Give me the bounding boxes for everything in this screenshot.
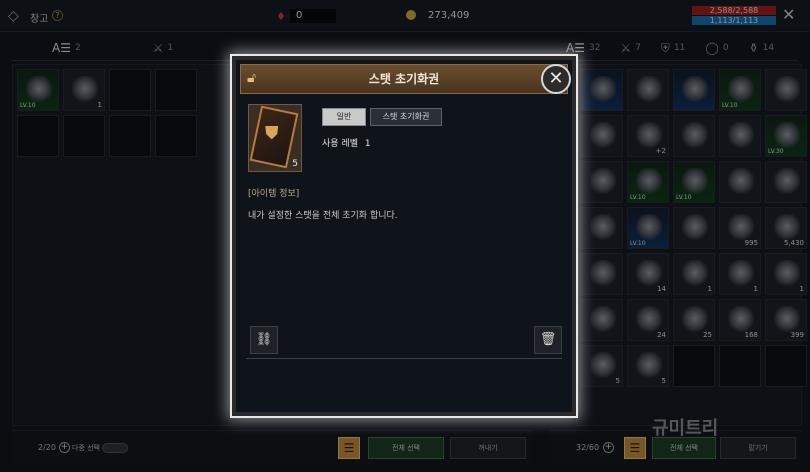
modal-header: 🔓︎ 스탯 초기화권 ✕ xyxy=(240,64,571,94)
use-level-label: 사용 레벨 xyxy=(322,139,358,149)
item-detail-modal: 🔓︎ 스탯 초기화권 ✕ ⛊ 5 일반 스탯 초기화권 사용 레벨 1 [아이템… xyxy=(230,54,578,418)
item-icon-frame: ⛊ 5 xyxy=(248,104,302,172)
watermark: 규미트리 xyxy=(652,418,719,439)
type-chip: 스탯 초기화권 xyxy=(370,108,442,126)
info-description: 내가 설정한 스탯을 전체 초기화 합니다. xyxy=(248,211,398,221)
close-icon[interactable]: ✕ xyxy=(541,64,571,94)
item-count: 5 xyxy=(292,159,298,169)
modal-title: 스탯 초기화권 xyxy=(368,72,440,86)
use-level: 사용 레벨 1 xyxy=(322,136,371,149)
modal-divider xyxy=(246,358,562,359)
storage-screen: ◇ 창고 ? ♦ 0 273,409 2,588/2,588 1,113/1,1… xyxy=(0,0,810,472)
delete-button[interactable]: 🗑︎ xyxy=(534,326,562,354)
shield-icon: ⛊ xyxy=(265,123,279,144)
chain-link-icon: ⛓ xyxy=(255,332,273,347)
grade-chip: 일반 xyxy=(322,108,366,126)
link-item-button[interactable]: ⛓ xyxy=(250,326,278,354)
trash-icon: 🗑︎ xyxy=(539,332,557,347)
use-level-value: 1 xyxy=(364,139,371,149)
info-header: [아이템 정보] xyxy=(248,189,300,199)
